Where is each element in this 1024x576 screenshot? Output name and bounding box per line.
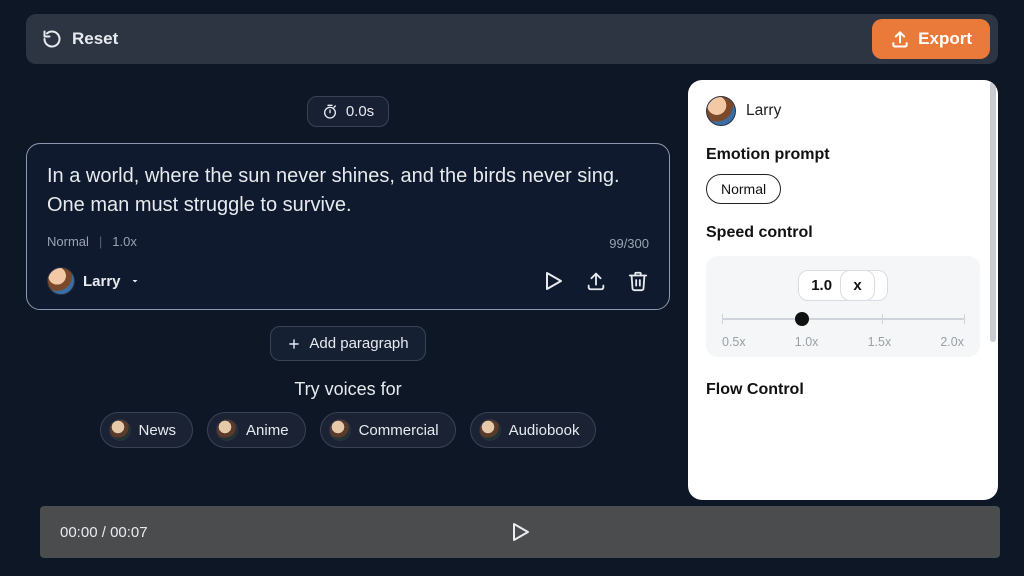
paragraph-emotion: Normal <box>47 234 89 249</box>
upload-icon <box>890 29 910 49</box>
delete-paragraph-button[interactable] <box>627 270 649 292</box>
voice-chip-anime[interactable]: Anime <box>207 412 306 448</box>
chevron-down-icon <box>129 275 141 287</box>
main-area: 0.0s In a world, where the sun never shi… <box>26 80 998 500</box>
voice-chip-label: Audiobook <box>509 422 580 439</box>
slider-knob[interactable] <box>795 312 809 326</box>
voice-chip-avatar <box>216 419 238 441</box>
settings-voice-header[interactable]: Larry <box>706 96 980 126</box>
playback-time: 00:00 / 00:07 <box>60 524 148 541</box>
reset-label: Reset <box>72 29 118 49</box>
export-label: Export <box>918 29 972 49</box>
add-paragraph-label: Add paragraph <box>309 335 408 352</box>
paragraph-actions <box>541 269 649 293</box>
voice-chip-commercial[interactable]: Commercial <box>320 412 456 448</box>
stopwatch-icon <box>322 104 338 120</box>
duration-pill[interactable]: 0.0s <box>307 96 389 127</box>
speed-control-box: 1.0 x 0.5x 1.0x 1.5x 2.0x <box>706 256 980 357</box>
flow-section-title: Flow Control <box>706 381 980 399</box>
time-total: 00:07 <box>110 524 148 541</box>
reset-button[interactable]: Reset <box>42 29 118 49</box>
slider-label: 1.5x <box>868 335 892 349</box>
slider-label: 0.5x <box>722 335 746 349</box>
export-button[interactable]: Export <box>872 19 990 59</box>
paragraph-text[interactable]: In a world, where the sun never shines, … <box>47 162 649 220</box>
left-column: 0.0s In a world, where the sun never shi… <box>26 80 670 500</box>
meta-separator: | <box>99 234 102 249</box>
speed-slider[interactable] <box>722 305 964 333</box>
export-paragraph-button[interactable] <box>585 270 607 292</box>
voice-chip-avatar <box>329 419 351 441</box>
speed-value-display: 1.0 x <box>722 270 964 301</box>
paragraph-footer: Larry <box>47 267 649 295</box>
playback-bar: 00:00 / 00:07 <box>40 506 1000 558</box>
voice-chip-news[interactable]: News <box>100 412 194 448</box>
voice-chip-label: Anime <box>246 422 289 439</box>
paragraph-editor[interactable]: In a world, where the sun never shines, … <box>26 143 670 310</box>
play-paragraph-button[interactable] <box>541 269 565 293</box>
char-count: 99/300 <box>609 236 649 251</box>
panel-scrollbar[interactable] <box>988 80 998 500</box>
slider-tick <box>964 314 965 324</box>
voice-chip-avatar <box>479 419 501 441</box>
voice-chip-label: Commercial <box>359 422 439 439</box>
voice-chip-avatar <box>109 419 131 441</box>
settings-voice-avatar <box>706 96 736 126</box>
top-bar: Reset Export <box>26 14 998 64</box>
slider-tick <box>722 314 723 324</box>
voice-chip-audiobook[interactable]: Audiobook <box>470 412 597 448</box>
plus-icon <box>287 337 301 351</box>
voice-name: Larry <box>83 273 121 290</box>
try-voices-title: Try voices for <box>294 379 401 400</box>
add-paragraph-button[interactable]: Add paragraph <box>270 326 425 361</box>
scrollbar-thumb[interactable] <box>990 82 996 342</box>
speed-value-badge: 1.0 x <box>798 270 888 301</box>
voice-selector[interactable]: Larry <box>47 267 141 295</box>
settings-voice-name: Larry <box>746 102 781 120</box>
voice-avatar <box>47 267 75 295</box>
slider-label: 2.0x <box>940 335 964 349</box>
emotion-section-title: Emotion prompt <box>706 146 980 164</box>
slider-label: 1.0x <box>795 335 819 349</box>
slider-track <box>722 318 964 320</box>
voice-category-chips: News Anime Commercial Audiobook <box>100 412 597 448</box>
reset-icon <box>42 29 62 49</box>
time-current: 00:00 <box>60 524 98 541</box>
emotion-value-pill[interactable]: Normal <box>706 174 781 204</box>
slider-tick <box>882 314 883 324</box>
voice-chip-label: News <box>139 422 177 439</box>
settings-panel: Larry Emotion prompt Normal Speed contro… <box>688 80 998 500</box>
slider-labels: 0.5x 1.0x 1.5x 2.0x <box>722 335 964 349</box>
speed-section-title: Speed control <box>706 224 980 242</box>
play-button[interactable] <box>508 520 532 544</box>
paragraph-meta: Normal | 1.0x <box>47 234 649 249</box>
duration-value: 0.0s <box>346 103 374 120</box>
paragraph-speed: 1.0x <box>112 234 137 249</box>
